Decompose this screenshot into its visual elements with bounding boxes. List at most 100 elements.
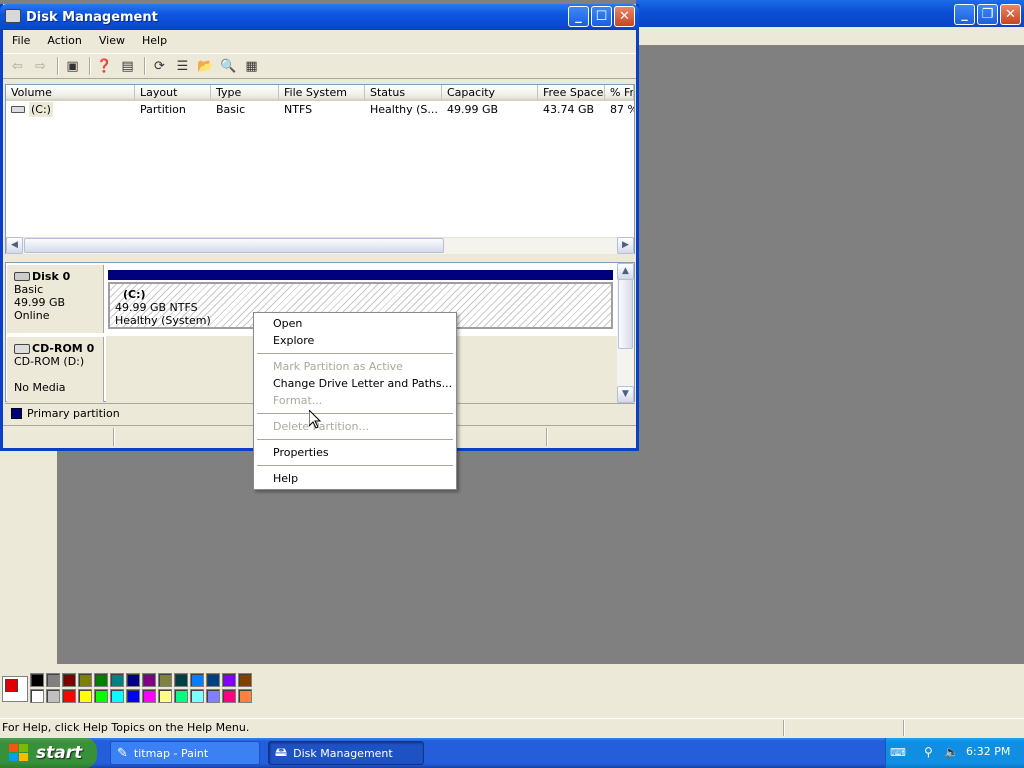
palette-swatch[interactable] <box>238 689 252 703</box>
menu-action[interactable]: Action <box>38 34 89 47</box>
column-header-status[interactable]: Status <box>365 85 442 101</box>
palette-swatch[interactable] <box>190 673 204 687</box>
scroll-down-icon[interactable]: ▼ <box>617 386 634 403</box>
scrollbar-thumb[interactable] <box>618 279 633 349</box>
menu-separator <box>257 439 453 440</box>
paint-app-icon: ✎ <box>117 745 128 761</box>
palette-swatch[interactable] <box>46 673 60 687</box>
column-header-layout[interactable]: Layout <box>135 85 211 101</box>
maximize-icon[interactable]: ☐ <box>591 6 612 27</box>
palette-swatch[interactable] <box>142 673 156 687</box>
palette-swatch[interactable] <box>62 689 76 703</box>
taskbar-item-disk-management[interactable]: 🖴 Disk Management <box>268 741 424 765</box>
scroll-left-icon[interactable]: ◀ <box>6 237 23 254</box>
start-button[interactable]: start <box>0 738 97 768</box>
palette-swatch[interactable] <box>222 673 236 687</box>
palette-swatch[interactable] <box>126 689 140 703</box>
checklist-icon[interactable]: ▦ <box>241 56 262 76</box>
palette-swatch[interactable] <box>30 673 44 687</box>
cdrom-0-label[interactable]: CD-ROM 0 CD-ROM (D:) No Media <box>7 337 104 402</box>
menu-item-open[interactable]: Open <box>273 317 302 331</box>
palette-swatch[interactable] <box>238 673 252 687</box>
disk-0-state: Online <box>14 309 50 322</box>
disk-management-app-icon: 🖴 <box>275 744 288 759</box>
toolbar-separator <box>89 57 90 75</box>
disk-0-size: 49.99 GB <box>14 296 66 309</box>
palette-swatch[interactable] <box>222 689 236 703</box>
window-title[interactable]: Disk Management <box>0 4 639 30</box>
open-folder-icon[interactable]: 📂 <box>195 56 216 76</box>
tray-clock[interactable]: 6:32 PM <box>966 745 1010 758</box>
palette-swatch[interactable] <box>158 673 172 687</box>
table-row[interactable]: (C:) Partition Basic NTFS Healthy (S... … <box>6 102 634 117</box>
scrollbar-thumb[interactable] <box>24 238 444 253</box>
status-divider <box>113 428 114 446</box>
volume-icon[interactable]: 🔈 <box>944 745 959 759</box>
forward-icon[interactable]: ⇨ <box>30 56 51 76</box>
menu-item-help[interactable]: Help <box>273 472 298 486</box>
taskbar-item-label: Disk Management <box>293 746 393 760</box>
keyboard-icon[interactable]: ⌨ <box>890 746 906 759</box>
palette-swatch[interactable] <box>110 689 124 703</box>
menu-file[interactable]: File <box>3 34 38 47</box>
network-icon[interactable]: ⚲ <box>924 745 933 759</box>
palette-swatch[interactable] <box>78 689 92 703</box>
disk-0-label[interactable]: Disk 0 Basic 49.99 GB Online <box>7 265 104 333</box>
palette-swatch[interactable] <box>78 673 92 687</box>
palette-swatch[interactable] <box>126 673 140 687</box>
menu-item-properties[interactable]: Properties <box>273 446 329 460</box>
search-icon[interactable]: 🔍 <box>218 56 239 76</box>
scroll-up-icon[interactable]: ▲ <box>617 263 634 280</box>
palette-swatch[interactable] <box>174 673 188 687</box>
palette-swatch[interactable] <box>94 673 108 687</box>
column-header-volume[interactable]: Volume <box>6 85 135 101</box>
column-header-file-system[interactable]: File System <box>279 85 365 101</box>
paint-toolbox <box>0 450 57 665</box>
palette-swatch[interactable] <box>46 689 60 703</box>
minimize-icon[interactable]: _ <box>568 6 589 27</box>
palette-swatch[interactable] <box>174 689 188 703</box>
disk-0-name: Disk 0 <box>32 270 71 283</box>
close-icon[interactable]: ✕ <box>1000 4 1021 25</box>
column-header-percent-free[interactable]: % Fr <box>605 85 634 101</box>
palette-swatch[interactable] <box>62 673 76 687</box>
menu-item-explore[interactable]: Explore <box>273 334 314 348</box>
column-header-type[interactable]: Type <box>211 85 279 101</box>
scroll-right-icon[interactable]: ▶ <box>617 237 634 254</box>
windows-logo-icon <box>8 743 30 763</box>
column-header-capacity[interactable]: Capacity <box>442 85 538 101</box>
palette-swatch[interactable] <box>110 673 124 687</box>
cdrom-icon <box>14 343 30 354</box>
toolbar-separator <box>57 57 58 75</box>
palette-swatch[interactable] <box>158 689 172 703</box>
column-header-free-space[interactable]: Free Space <box>538 85 605 101</box>
palette-swatch[interactable] <box>206 689 220 703</box>
cdrom-0-name: CD-ROM 0 <box>32 342 95 355</box>
show-hide-console-tree-icon[interactable]: ▣ <box>62 56 83 76</box>
help-icon[interactable]: ❓ <box>94 56 115 76</box>
cell-percent-free: 87 % <box>610 103 634 116</box>
palette-swatch[interactable] <box>94 689 108 703</box>
paint-titlebar[interactable]: _ ❐ ✕ <box>636 0 1024 27</box>
palette-swatch[interactable] <box>30 689 44 703</box>
cdrom-0-media: No Media <box>14 381 66 394</box>
partition-c-name: (C:) <box>123 288 146 301</box>
palette-swatch[interactable] <box>206 673 220 687</box>
hard-disk-icon <box>14 272 30 281</box>
show-hide-action-pane-icon[interactable]: ▤ <box>117 56 138 76</box>
back-icon[interactable]: ⇦ <box>7 56 28 76</box>
paint-status-text: For Help, click Help Topics on the Help … <box>2 721 250 734</box>
restore-icon[interactable]: ❐ <box>977 4 998 25</box>
refresh-icon[interactable]: ⟳ <box>149 56 170 76</box>
menu-help[interactable]: Help <box>133 34 175 47</box>
menu-item-change-drive-letter[interactable]: Change Drive Letter and Paths... <box>273 377 452 391</box>
properties-icon[interactable]: ☰ <box>172 56 193 76</box>
status-divider <box>546 428 547 446</box>
close-icon[interactable]: ✕ <box>614 6 635 27</box>
taskbar-item-paint[interactable]: ✎ titmap - Paint <box>110 741 260 765</box>
palette-swatch[interactable] <box>142 689 156 703</box>
palette-swatch[interactable] <box>190 689 204 703</box>
menu-view[interactable]: View <box>90 34 133 47</box>
minimize-icon[interactable]: _ <box>954 4 975 25</box>
start-label: start <box>36 743 83 763</box>
